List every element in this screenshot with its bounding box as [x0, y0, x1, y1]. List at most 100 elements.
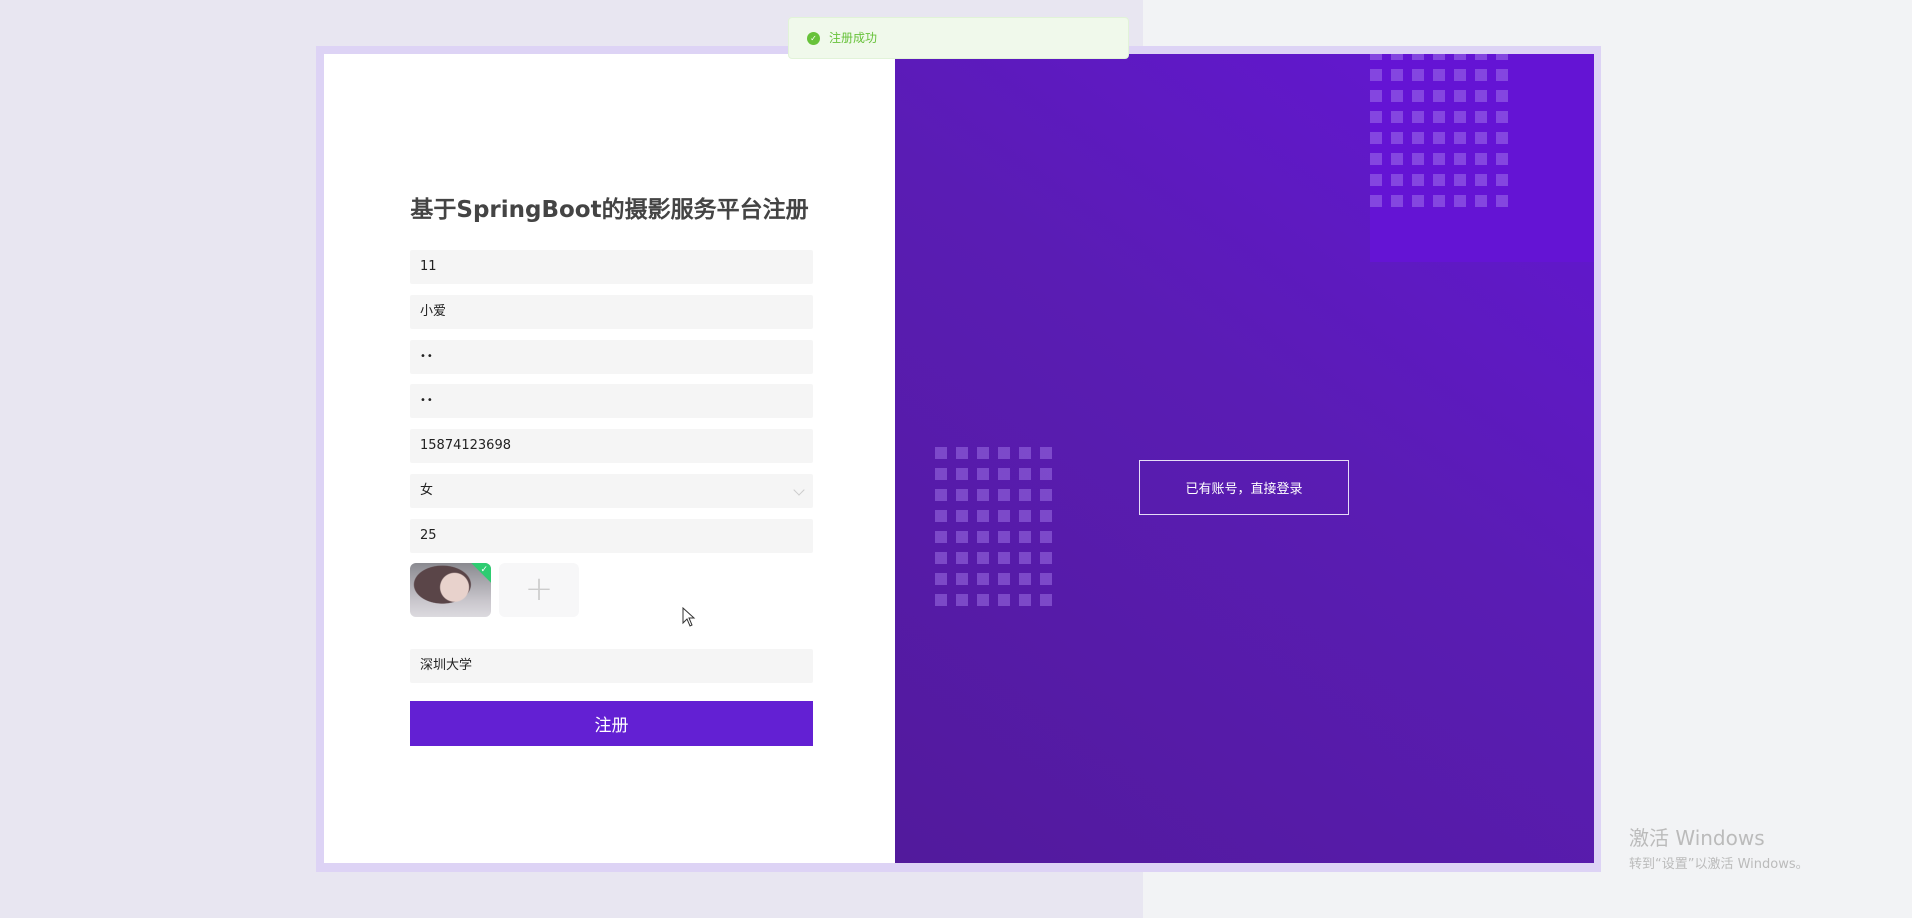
mouse-cursor-icon — [682, 607, 696, 627]
decor-dot — [998, 573, 1010, 585]
decor-dot — [935, 552, 947, 564]
watermark-title: 激活 Windows — [1629, 826, 1765, 850]
decor-dot — [935, 573, 947, 585]
decor-dot — [1496, 111, 1508, 123]
decor-dot — [1370, 111, 1382, 123]
decor-dot — [1019, 447, 1031, 459]
decor-dot — [935, 510, 947, 522]
page-title: 基于SpringBoot的摄影服务平台注册 — [410, 197, 809, 223]
decor-dot — [1412, 54, 1424, 60]
decor-dot — [1433, 195, 1445, 207]
decor-dot — [1391, 174, 1403, 186]
decor-dot — [1040, 594, 1052, 606]
decor-dot — [956, 573, 968, 585]
decor-dot — [1391, 111, 1403, 123]
decor-dot — [1019, 510, 1031, 522]
decor-dot — [956, 594, 968, 606]
decor-dot — [1475, 153, 1487, 165]
chevron-down-icon — [793, 484, 805, 496]
decor-dot — [1370, 90, 1382, 102]
decor-dot — [1370, 153, 1382, 165]
decor-dot — [977, 594, 989, 606]
decor-dot — [1019, 552, 1031, 564]
check-icon: ✓ — [480, 565, 488, 575]
decor-dot — [1475, 174, 1487, 186]
decor-dot — [1040, 531, 1052, 543]
watermark-subtitle: 转到“设置”以激活 Windows。 — [1629, 857, 1809, 872]
decor-dot — [1475, 111, 1487, 123]
decor-dot — [1454, 54, 1466, 60]
decor-dot — [1412, 195, 1424, 207]
dot-grid-left — [935, 447, 1052, 606]
decor-dot — [935, 447, 947, 459]
decor-dot — [935, 489, 947, 501]
decor-dot — [956, 531, 968, 543]
decor-dot — [1412, 132, 1424, 144]
uploaded-photo-thumbnail[interactable]: ✓ — [410, 563, 491, 617]
decor-dot — [977, 489, 989, 501]
decor-dot — [1475, 54, 1487, 60]
phone-input[interactable]: 15874123698 — [410, 429, 813, 463]
decor-dot — [1019, 468, 1031, 480]
decor-dot — [1496, 132, 1508, 144]
decor-dot — [977, 573, 989, 585]
decor-dot — [1454, 174, 1466, 186]
age-input[interactable]: 25 — [410, 519, 813, 553]
decor-dot — [977, 510, 989, 522]
decor-dot — [1496, 195, 1508, 207]
decor-dot — [1412, 90, 1424, 102]
decor-dot — [935, 468, 947, 480]
decor-dot — [998, 510, 1010, 522]
windows-activation-watermark: 激活 Windows 转到“设置”以激活 Windows。 — [1629, 822, 1809, 872]
upload-add-button[interactable]: + — [499, 563, 579, 617]
decor-dot — [1412, 69, 1424, 81]
decor-dot — [1040, 489, 1052, 501]
decor-dot — [977, 531, 989, 543]
decor-dot — [1370, 195, 1382, 207]
decor-dot — [1433, 132, 1445, 144]
decor-dot — [1433, 174, 1445, 186]
decor-dot — [1019, 573, 1031, 585]
decor-dot — [1412, 174, 1424, 186]
decor-dot — [1433, 54, 1445, 60]
decor-dot — [1019, 531, 1031, 543]
decor-dot — [1019, 489, 1031, 501]
decor-dot — [1040, 573, 1052, 585]
decor-dot — [1454, 195, 1466, 207]
decor-dot — [1391, 69, 1403, 81]
decor-dot — [1475, 69, 1487, 81]
decor-dot — [1433, 90, 1445, 102]
decor-dot — [1391, 153, 1403, 165]
decor-dot — [935, 594, 947, 606]
decor-dot — [1496, 54, 1508, 60]
decor-dot — [1496, 174, 1508, 186]
decor-dot — [1391, 132, 1403, 144]
password-input[interactable]: •• — [410, 340, 813, 374]
decor-dot — [977, 468, 989, 480]
go-login-button[interactable]: 已有账号，直接登录 — [1139, 460, 1349, 515]
decor-dot — [1370, 54, 1382, 60]
decor-dot — [1370, 69, 1382, 81]
register-button[interactable]: 注册 — [410, 701, 813, 746]
decor-dot — [1433, 153, 1445, 165]
decor-dot — [1433, 69, 1445, 81]
success-check-icon: ✓ — [807, 32, 820, 45]
gender-select[interactable]: 女 — [410, 474, 813, 508]
dot-grid-top — [1370, 54, 1508, 207]
gender-value: 女 — [420, 483, 434, 498]
confirm-password-input[interactable]: •• — [410, 384, 813, 418]
name-input[interactable]: 小爱 — [410, 295, 813, 329]
decor-dot — [998, 594, 1010, 606]
decor-dot — [956, 447, 968, 459]
decor-dot — [1370, 132, 1382, 144]
decor-dot — [1454, 153, 1466, 165]
decor-dot — [1412, 153, 1424, 165]
decor-dot — [1040, 447, 1052, 459]
decor-dot — [1040, 552, 1052, 564]
school-input[interactable]: 深圳大学 — [410, 649, 813, 683]
account-input[interactable]: 11 — [410, 250, 813, 284]
decor-dot — [956, 468, 968, 480]
decor-dot — [1040, 468, 1052, 480]
success-toast: ✓ 注册成功 — [788, 17, 1129, 59]
decor-dot — [1391, 90, 1403, 102]
